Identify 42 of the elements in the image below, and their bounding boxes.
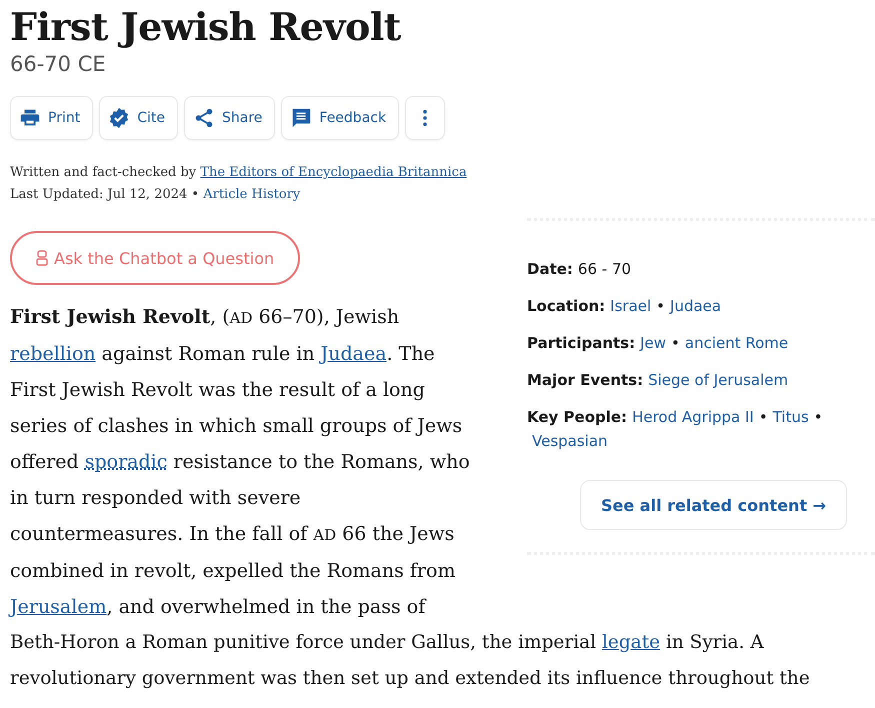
separator-dot: • <box>671 334 680 352</box>
cite-button[interactable]: Cite <box>99 96 178 140</box>
text-link[interactable]: Jerusalem <box>10 596 107 618</box>
fact-link[interactable]: Herod Agrippa II <box>632 408 754 426</box>
fact-label: Major Events: <box>527 371 644 389</box>
related-content-button[interactable]: See all related content → <box>580 480 848 530</box>
fact-label: Key People: <box>527 408 628 426</box>
updated-date: Last Updated: Jul 12, 2024 <box>10 187 188 202</box>
article-paragraph: Beth-Horon a Roman punitive force under Gallus, the imperial legate in Syria. A revolutionary government was then set up and extended its influence throughout the <box>10 631 811 691</box>
byline-text: Written and fact-checked by <box>10 165 196 180</box>
text-link[interactable]: rebellion <box>10 343 96 365</box>
verified-badge-icon <box>108 107 130 129</box>
fact-link[interactable]: Jew <box>640 334 666 352</box>
share-icon <box>193 107 215 129</box>
separator-dot: • <box>758 408 768 426</box>
article-history-link[interactable]: Article History <box>203 187 300 202</box>
more-icon <box>422 109 428 127</box>
separator-dot: • <box>656 297 666 315</box>
separator-dot: • <box>191 187 200 202</box>
share-button[interactable]: Share <box>184 96 276 140</box>
term-link[interactable]: sporadic <box>84 451 168 473</box>
text-link[interactable]: Judaea <box>320 343 387 365</box>
fact-link[interactable]: Titus <box>772 408 809 426</box>
fact-link[interactable]: ancient Rome <box>684 334 788 352</box>
article-paragraph: First Jewish Revolt, (AD 66–70), Jewish rebellion against Roman rule in Judaea. The First Jewish Revolt was the result of a long series of clashes in which small groups of Jews offered sporadic resistance to the Romans, who in turn responded with severe countermeasures. In the fall of AD 66 the Jews combined in revolt, expelled the Romans from Jerusalem, and overwhelmed in the pass of <box>10 305 471 620</box>
article-title: First Jewish Revolt <box>10 3 402 50</box>
fact-label: Participants: <box>527 334 636 352</box>
text-link[interactable]: legate <box>602 632 660 653</box>
fact-link[interactable]: Vespasian <box>532 432 608 450</box>
fact-link[interactable]: Israel <box>610 297 652 315</box>
more-button[interactable] <box>405 96 446 140</box>
separator-dot: • <box>814 408 823 426</box>
fact-label: Date: <box>527 260 573 278</box>
fact-link[interactable]: Siege of Jerusalem <box>648 371 788 389</box>
author-link[interactable]: The Editors of Encyclopaedia Britannica <box>200 165 467 180</box>
print-button[interactable]: Print <box>10 96 94 140</box>
fact-label: Location: <box>527 297 606 315</box>
feedback-button[interactable]: Feedback <box>281 96 400 140</box>
fact-link[interactable]: Judaea <box>670 297 722 315</box>
fact-value: 66 - 70 <box>578 260 632 278</box>
article-dates: 66-70 CE <box>10 52 107 76</box>
comment-icon <box>290 107 312 129</box>
